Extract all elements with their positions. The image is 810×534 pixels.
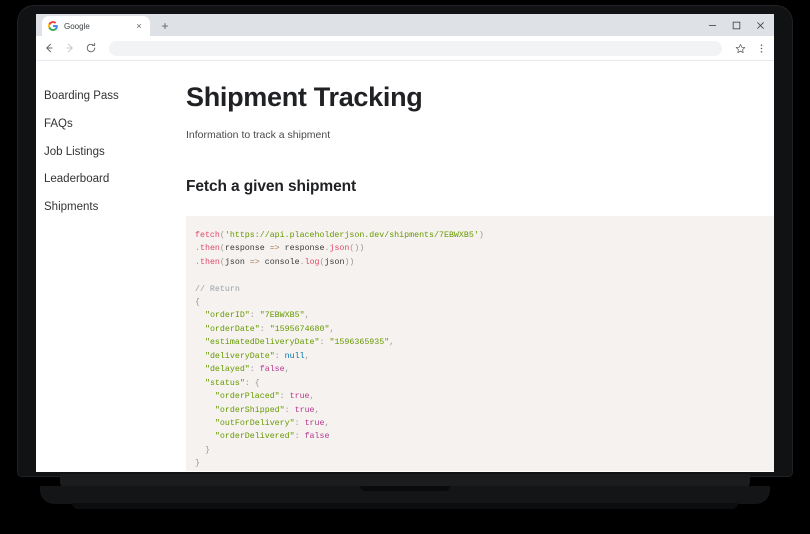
code-colon-8: :	[284, 405, 295, 415]
code-comma-6: ,	[309, 392, 315, 402]
laptop-base-bottom	[72, 503, 738, 509]
window-close-icon[interactable]	[748, 15, 772, 35]
new-tab-button[interactable]: +	[156, 17, 174, 35]
code-comma-3: ,	[389, 338, 395, 348]
code-colon-1: :	[249, 311, 260, 321]
code-key-ordershipped: "orderShipped"	[214, 405, 285, 415]
code-console-expr: console	[259, 257, 300, 267]
code-key-estimateddeliverydate: "estimatedDeliveryDate"	[204, 338, 320, 348]
code-value-orderid: "7EBWXB5"	[259, 311, 305, 321]
code-log-call: log	[304, 257, 320, 267]
code-json-param: json	[224, 257, 250, 267]
code-colon-6: : {	[244, 378, 260, 388]
code-arrow-2: =>	[249, 257, 260, 267]
code-colon-3: :	[319, 338, 330, 348]
code-brace-open: {	[195, 297, 200, 307]
forward-arrow-icon	[63, 41, 77, 55]
code-request-url: 'https://api.placeholderjson.dev/shipmen…	[224, 230, 479, 240]
browser-window: Google × + Boarding Pass FAQs Job Listin…	[36, 14, 774, 472]
minimize-icon[interactable]	[700, 15, 724, 35]
code-value-estimateddeliverydate: "1596365935"	[329, 338, 390, 348]
code-colon-4: :	[274, 351, 285, 361]
code-colon-9: :	[294, 419, 305, 429]
code-value-outfordelivery: true	[304, 419, 325, 429]
code-comma-5: ,	[284, 365, 290, 375]
code-value-orderdate: "1595674680"	[269, 324, 330, 334]
sidebar-item-faqs[interactable]: FAQs	[42, 111, 184, 139]
code-response-param: response	[224, 244, 270, 254]
code-value-ordershipped: true	[294, 405, 315, 415]
code-comment-return: // Return	[195, 284, 240, 294]
code-comma-8: ,	[324, 419, 330, 429]
code-comma-4: ,	[304, 351, 310, 361]
code-key-orderdelivered: "orderDelivered"	[214, 432, 295, 442]
code-colon-5: :	[249, 365, 260, 375]
code-key-delayed: "delayed"	[204, 365, 250, 375]
code-value-orderplaced: true	[289, 392, 310, 402]
address-bar-input[interactable]	[109, 40, 722, 56]
maximize-icon[interactable]	[724, 15, 748, 35]
code-json-call: json	[329, 244, 350, 254]
code-key-orderid: "orderID"	[204, 311, 250, 321]
code-comma-2: ,	[329, 324, 335, 334]
code-parens-3: ))	[344, 257, 355, 267]
section-title-fetch-shipment: Fetch a given shipment	[186, 177, 357, 195]
code-colon-2: :	[259, 324, 270, 334]
code-then-1: then	[199, 244, 220, 254]
browser-tab-google[interactable]: Google ×	[42, 16, 150, 36]
code-fetch-keyword: fetch	[195, 230, 220, 240]
bookmark-star-icon[interactable]	[733, 41, 747, 55]
page-viewport: Boarding Pass FAQs Job Listings Leaderbo…	[36, 61, 774, 471]
sidebar-item-leaderboard[interactable]: Leaderboard	[42, 166, 184, 194]
code-key-status: "status"	[204, 378, 245, 388]
code-parens-1: ())	[349, 244, 365, 254]
google-g-icon	[48, 21, 58, 31]
code-brace-close-inner: }	[204, 445, 210, 455]
main-content: Shipment Tracking Information to track a…	[184, 61, 774, 471]
code-paren-close: )	[478, 230, 484, 240]
browser-tab-title: Google	[64, 21, 90, 31]
reload-icon[interactable]	[84, 41, 98, 55]
code-key-orderplaced: "orderPlaced"	[214, 392, 280, 402]
code-then-2: then	[199, 257, 220, 267]
code-comma-1: ,	[304, 311, 310, 321]
laptop-device-frame: Google × + Boarding Pass FAQs Job Listin…	[0, 0, 810, 534]
window-controls	[700, 15, 772, 35]
close-icon[interactable]: ×	[134, 21, 144, 31]
sidebar-item-shipments[interactable]: Shipments	[42, 194, 184, 222]
code-log-arg: json	[324, 257, 345, 267]
browser-toolbar	[36, 36, 774, 61]
code-key-orderdate: "orderDate"	[204, 324, 260, 334]
code-value-delayed: false	[259, 365, 285, 375]
code-colon-7: :	[279, 392, 290, 402]
back-arrow-icon[interactable]	[42, 41, 56, 55]
code-colon-10: :	[294, 432, 305, 442]
sidebar-item-boarding-pass[interactable]: Boarding Pass	[42, 83, 184, 111]
sidebar-item-job-listings[interactable]: Job Listings	[42, 139, 184, 167]
code-comma-7: ,	[314, 405, 320, 415]
code-block-fetch-shipment: fetch('https://api.placeholderjson.dev/s…	[186, 215, 774, 471]
code-value-orderdelivered: false	[304, 432, 330, 442]
code-arrow-1: =>	[269, 244, 280, 254]
laptop-base-notch	[360, 486, 450, 491]
kebab-menu-icon[interactable]	[754, 41, 768, 55]
page-title: Shipment Tracking	[186, 82, 423, 112]
code-brace-close-outer: }	[195, 459, 200, 469]
page-subtitle: Information to track a shipment	[186, 128, 331, 141]
browser-tab-strip: Google × +	[36, 14, 774, 36]
code-key-deliverydate: "deliveryDate"	[204, 351, 275, 361]
code-key-outfordelivery: "outForDelivery"	[214, 419, 295, 429]
code-response-expr: response	[279, 244, 325, 254]
code-value-deliverydate: null	[284, 351, 305, 361]
sidebar-navigation: Boarding Pass FAQs Job Listings Leaderbo…	[36, 61, 184, 471]
